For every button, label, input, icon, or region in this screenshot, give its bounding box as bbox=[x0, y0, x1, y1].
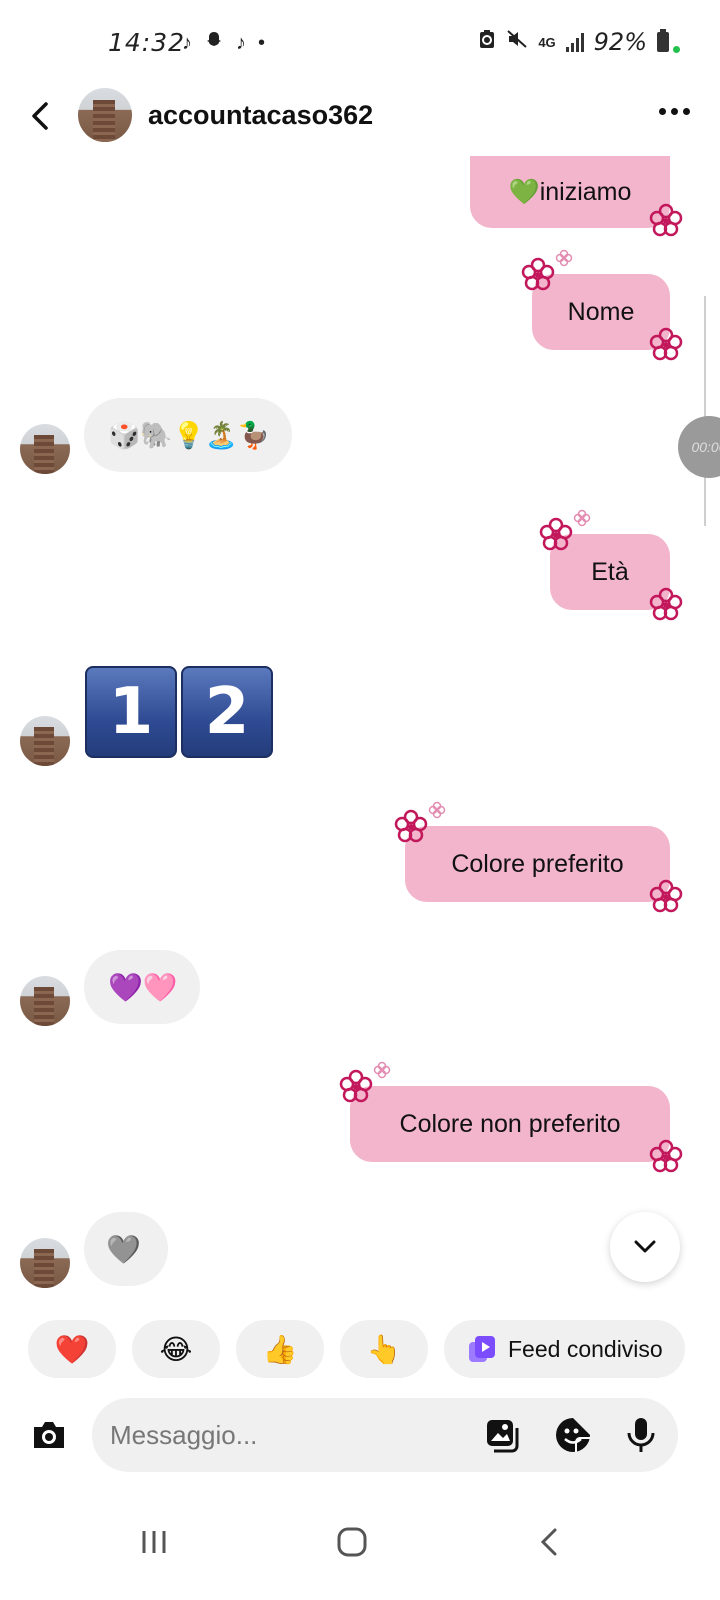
message-incoming[interactable]: 🎲🐘💡🏝️🦆 bbox=[84, 398, 292, 472]
flower-decoration-icon bbox=[339, 1069, 373, 1103]
avatar[interactable] bbox=[20, 976, 70, 1026]
keycap-digit-two[interactable]: 2 bbox=[181, 666, 273, 758]
timer-overlay[interactable]: 00:00 bbox=[678, 416, 720, 478]
flower-decoration-icon bbox=[649, 587, 683, 621]
microphone-icon[interactable] bbox=[622, 1416, 660, 1454]
system-icons: 4G 92% bbox=[478, 28, 680, 56]
battery-saver-icon bbox=[478, 29, 496, 55]
flower-decoration-icon bbox=[649, 327, 683, 361]
nav-back-button[interactable] bbox=[520, 1512, 580, 1572]
chat-header: accountacaso362 bbox=[0, 80, 720, 156]
message-text: 🩶 bbox=[106, 1233, 141, 1265]
flower-small-icon bbox=[555, 249, 573, 267]
message-text: 💜🩷 bbox=[108, 971, 178, 1003]
status-time: 14:32 bbox=[108, 28, 186, 57]
flower-small-icon bbox=[428, 801, 446, 819]
message-incoming[interactable]: 🩶 bbox=[84, 1212, 168, 1286]
avatar[interactable] bbox=[20, 716, 70, 766]
flower-decoration-icon bbox=[649, 879, 683, 913]
message-outgoing[interactable]: Colore non preferito bbox=[350, 1086, 670, 1162]
message-outgoing[interactable]: 💚iniziamo bbox=[470, 156, 670, 228]
flower-decoration-icon bbox=[649, 1139, 683, 1173]
message-text: Colore non preferito bbox=[399, 1109, 621, 1138]
mute-icon bbox=[506, 29, 528, 55]
battery-icon bbox=[657, 29, 669, 52]
dot-icon: • bbox=[258, 31, 266, 54]
message-text: 🎲🐘💡🏝️🦆 bbox=[108, 419, 270, 450]
reaction-laugh-button[interactable]: 😂 bbox=[132, 1320, 220, 1378]
shared-feed-label: Feed condiviso bbox=[508, 1335, 663, 1362]
reaction-thumbs-up-button[interactable]: 👍 bbox=[236, 1320, 324, 1378]
recents-button[interactable] bbox=[124, 1512, 184, 1572]
flower-decoration-icon bbox=[649, 203, 683, 237]
home-button[interactable] bbox=[322, 1512, 382, 1572]
home-icon bbox=[337, 1527, 367, 1557]
system-nav-bar bbox=[0, 1490, 720, 1600]
message-text: Colore preferito bbox=[451, 849, 624, 878]
flower-decoration-icon bbox=[521, 257, 555, 291]
message-list[interactable]: 00:00 💚iniziamo Nome 🎲🐘💡🏝️🦆 Età 1 2 Colo… bbox=[0, 156, 720, 1306]
scroll-to-bottom-button[interactable] bbox=[610, 1212, 680, 1282]
chat-username[interactable]: accountacaso362 bbox=[148, 100, 373, 131]
tiktok-icon: ♪ bbox=[182, 31, 192, 54]
flower-decoration-icon bbox=[539, 517, 573, 551]
scroll-track bbox=[704, 296, 706, 526]
flower-decoration-icon bbox=[394, 809, 428, 843]
flower-small-icon bbox=[573, 509, 591, 527]
back-button[interactable] bbox=[22, 96, 62, 136]
quick-reactions: ❤️ 😂 👍 👆 Feed condiviso bbox=[28, 1320, 685, 1378]
sticker-icon[interactable] bbox=[554, 1416, 592, 1454]
privacy-dot bbox=[673, 45, 680, 53]
reaction-heart-button[interactable]: ❤️ bbox=[28, 1320, 116, 1378]
camera-icon bbox=[34, 1422, 64, 1448]
snapchat-icon bbox=[204, 30, 224, 56]
message-text: Età bbox=[591, 557, 629, 586]
network-label: 4G bbox=[538, 34, 556, 50]
feed-icon bbox=[469, 1336, 495, 1362]
message-text: 💚iniziamo bbox=[508, 177, 632, 206]
avatar[interactable] bbox=[78, 88, 132, 142]
signal-icon bbox=[565, 32, 584, 52]
battery-percent: 92% bbox=[593, 28, 647, 56]
camera-button[interactable] bbox=[28, 1414, 70, 1456]
message-text: Nome bbox=[567, 297, 635, 326]
nav-back-icon bbox=[540, 1528, 557, 1556]
message-input[interactable] bbox=[110, 1398, 470, 1472]
tiktok-icon: ♪ bbox=[236, 31, 246, 54]
message-composer bbox=[92, 1398, 678, 1472]
status-bar: 14:32 ♪ ♪ • 4G 92% bbox=[0, 0, 720, 80]
more-icon[interactable] bbox=[659, 108, 690, 115]
gallery-icon[interactable] bbox=[484, 1416, 522, 1454]
back-icon bbox=[32, 102, 48, 130]
message-outgoing[interactable]: Colore preferito bbox=[405, 826, 670, 902]
recents-icon bbox=[142, 1531, 166, 1553]
message-incoming[interactable]: 💜🩷 bbox=[84, 950, 200, 1024]
shared-feed-button[interactable]: Feed condiviso bbox=[444, 1320, 685, 1378]
notification-icons: ♪ ♪ • bbox=[182, 30, 265, 56]
chevron-down-icon bbox=[634, 1240, 656, 1253]
keycap-digit-one[interactable]: 1 bbox=[85, 666, 177, 758]
reaction-point-up-button[interactable]: 👆 bbox=[340, 1320, 428, 1378]
flower-small-icon bbox=[373, 1061, 391, 1079]
avatar[interactable] bbox=[20, 1238, 70, 1288]
avatar[interactable] bbox=[20, 424, 70, 474]
